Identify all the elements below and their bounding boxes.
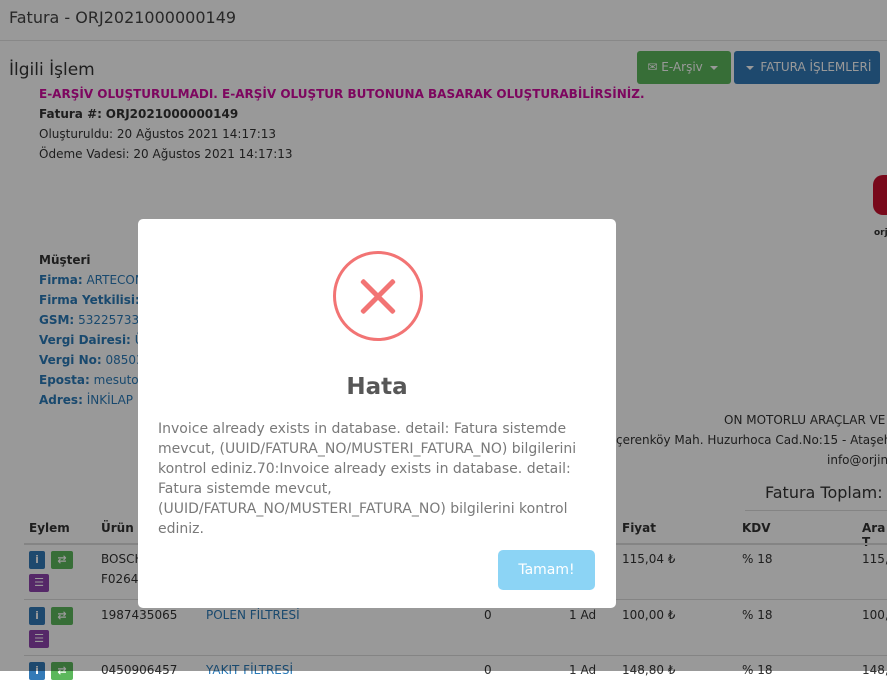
dialog-message: Invoice already exists in database. deta… bbox=[158, 421, 577, 537]
dialog-title: Hata bbox=[346, 374, 408, 400]
error-dialog: Hata Invoice already exists in database.… bbox=[138, 219, 616, 608]
error-x-icon bbox=[333, 251, 423, 341]
confirm-button[interactable]: Tamam! bbox=[498, 550, 595, 590]
